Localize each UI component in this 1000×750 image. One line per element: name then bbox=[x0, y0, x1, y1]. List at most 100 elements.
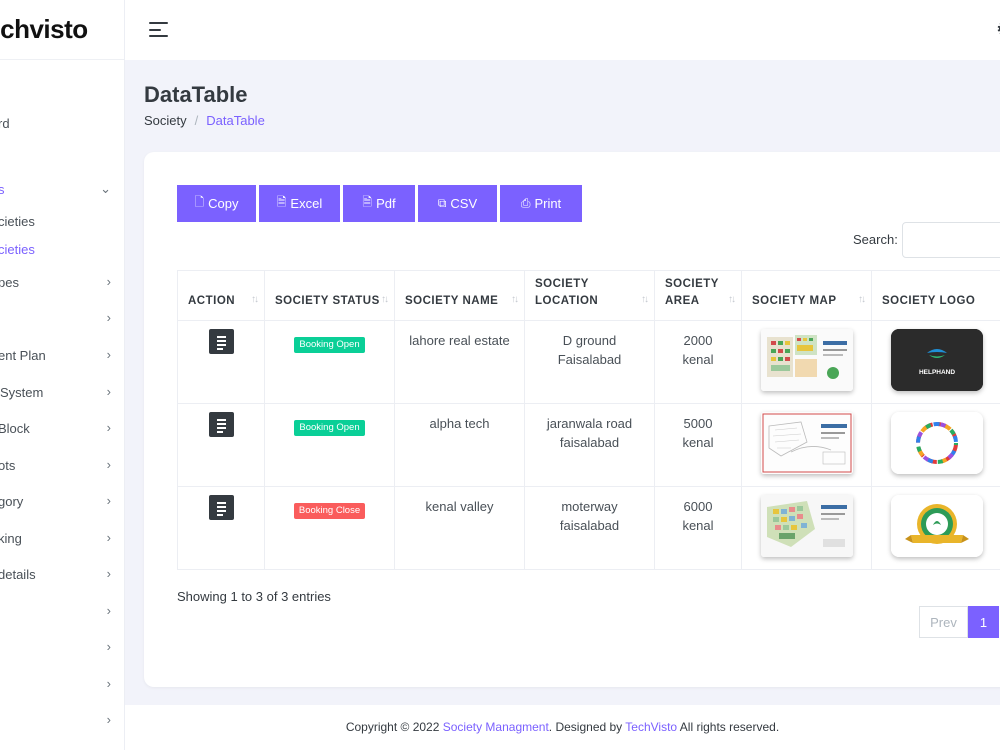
column-label: SOCIETY LOCATION bbox=[535, 278, 599, 307]
status-cell: Booking Open bbox=[264, 320, 395, 404]
column-label: SOCIETY NAME bbox=[405, 295, 499, 307]
status-badge: Booking Close bbox=[293, 503, 366, 519]
sidebar-item[interactable]: › bbox=[0, 673, 124, 697]
brand-logo[interactable]: techvisto bbox=[0, 0, 124, 60]
list-menu-icon[interactable] bbox=[208, 329, 234, 354]
chevron-right-icon: › bbox=[106, 347, 111, 362]
column-label: SOCIETY MAP bbox=[752, 295, 837, 307]
sidebar-subitem-add-societies[interactable]: cieties bbox=[0, 210, 124, 234]
society-map-image[interactable] bbox=[760, 495, 853, 557]
sidebar-item-block[interactable]: Block › bbox=[0, 417, 124, 441]
logo-text: HELPHAND bbox=[918, 369, 954, 376]
column-label: SOCIETY LOGO bbox=[882, 295, 976, 307]
sidebar-item[interactable]: › bbox=[0, 636, 124, 660]
copy-button[interactable]: 🗋 Copy bbox=[177, 185, 256, 222]
search-label: Search: bbox=[853, 232, 898, 247]
list-menu-icon[interactable] bbox=[208, 412, 234, 437]
breadcrumb-parent[interactable]: Society bbox=[144, 113, 187, 128]
menu-toggle-icon[interactable] bbox=[149, 22, 168, 37]
chevron-right-icon: › bbox=[106, 676, 111, 691]
list-menu-icon[interactable] bbox=[208, 495, 234, 520]
sidebar-item-booking[interactable]: king › bbox=[0, 527, 124, 551]
chevron-right-icon: › bbox=[106, 712, 111, 727]
breadcrumb-separator: / bbox=[194, 113, 199, 128]
sidebar-item-types[interactable]: pes › bbox=[0, 271, 124, 295]
column-header-logo[interactable]: SOCIETY LOGO bbox=[871, 270, 1000, 321]
column-header-name[interactable]: SOCIETY NAME ↑↓ bbox=[394, 270, 525, 321]
breadcrumb-current: DataTable bbox=[206, 113, 265, 128]
excel-button[interactable]: 🗎 Excel bbox=[259, 185, 340, 222]
footer-link-techvisto[interactable]: TechVisto bbox=[625, 720, 677, 734]
sidebar-item-label: System bbox=[0, 385, 44, 400]
column-header-status[interactable]: SOCIETY STATUS ↑↓ bbox=[264, 270, 395, 321]
table-row: Booking Close kenal valley moterway fais… bbox=[177, 486, 1000, 570]
sidebar-item-societies[interactable]: s ⌄ bbox=[0, 178, 124, 202]
file-excel-icon: 🗎 bbox=[276, 195, 287, 209]
brand-name: techvisto bbox=[0, 14, 88, 44]
society-table: ACTION ↑↓ SOCIETY STATUS ↑↓ SOCIETY NAME ↑↓… bbox=[177, 270, 1000, 570]
excel-button-label: Excel bbox=[290, 196, 323, 211]
table-row: Booking Open alpha tech jaranwala road f… bbox=[177, 403, 1000, 487]
chevron-right-icon: › bbox=[106, 493, 111, 508]
printer-icon: ⎙ bbox=[520, 196, 531, 210]
sidebar-subitem-view-societies[interactable]: cieties bbox=[0, 238, 124, 262]
logo-cell bbox=[871, 403, 1000, 487]
footer-copyright: Copyright © 2022 bbox=[345, 720, 443, 734]
sidebar-item-system[interactable]: System › bbox=[0, 381, 124, 405]
table-info: Showing 1 to 3 of 3 entries bbox=[177, 589, 331, 604]
pagination-page-button[interactable]: 1 bbox=[968, 606, 999, 638]
footer-link-society[interactable]: Society Managment bbox=[443, 720, 549, 734]
sidebar-item-dashboard[interactable]: rd bbox=[0, 112, 124, 136]
location-text: jaranwala road faisalabad bbox=[546, 416, 633, 450]
chevron-right-icon: › bbox=[106, 639, 111, 654]
action-cell bbox=[177, 486, 265, 570]
sidebar-item-label: rd bbox=[0, 116, 10, 131]
chevron-right-icon: › bbox=[106, 384, 111, 399]
society-map-image[interactable] bbox=[760, 329, 853, 391]
column-header-map[interactable]: SOCIETY MAP ↑↓ bbox=[741, 270, 872, 321]
search-input[interactable] bbox=[902, 222, 1000, 258]
society-map-image[interactable] bbox=[760, 412, 853, 474]
sidebar-item-details[interactable]: details › bbox=[0, 563, 124, 587]
map-cell bbox=[741, 320, 872, 404]
sidebar-item-label: ent Plan bbox=[0, 348, 46, 363]
society-logo-image[interactable] bbox=[890, 412, 983, 474]
topbar: ⚙ bbox=[125, 0, 1000, 60]
pagination-prev-button[interactable]: Prev bbox=[919, 606, 968, 638]
copy-button-label: Copy bbox=[208, 196, 239, 211]
sidebar-item-plots[interactable]: ots › bbox=[0, 454, 124, 478]
sidebar-item[interactable]: › bbox=[0, 709, 124, 733]
location-cell: D ground Faisalabad bbox=[524, 320, 655, 404]
column-header-area[interactable]: SOCIETY AREA ↑↓ bbox=[654, 270, 742, 321]
pdf-button[interactable]: 🗎 Pdf bbox=[343, 185, 415, 222]
chevron-right-icon: › bbox=[106, 420, 111, 435]
pagination: Prev 1 bbox=[919, 606, 999, 638]
area-cell: 2000 kenal bbox=[654, 320, 742, 404]
sidebar-item-category[interactable]: gory › bbox=[0, 490, 124, 514]
footer-rights: All rights reserved. bbox=[677, 720, 780, 734]
settings-icon[interactable]: ⚙ bbox=[996, 20, 1000, 38]
area-text: 5000 kenal bbox=[682, 416, 714, 450]
area-cell: 5000 kenal bbox=[654, 403, 742, 487]
csv-button[interactable]: ⧉ CSV bbox=[418, 185, 497, 222]
status-cell: Booking Close bbox=[264, 486, 395, 570]
datatable-card: 🗋 Copy 🗎 Excel 🗎 Pdf ⧉ CSV ⎙ Print Search: AC… bbox=[144, 152, 1000, 687]
column-header-location[interactable]: SOCIETY LOCATION ↑↓ bbox=[524, 270, 655, 321]
chevron-right-icon: › bbox=[106, 310, 111, 325]
chevron-down-icon: ⌄ bbox=[100, 181, 111, 196]
sidebar-item-label: s bbox=[0, 182, 5, 197]
sidebar-item[interactable]: › bbox=[0, 307, 124, 331]
chevron-right-icon: › bbox=[106, 566, 111, 581]
print-button[interactable]: ⎙ Print bbox=[500, 185, 582, 222]
society-logo-image[interactable]: HELPHAND bbox=[890, 329, 983, 391]
society-logo-image[interactable] bbox=[890, 495, 983, 557]
sidebar-item-payment-plan[interactable]: ent Plan › bbox=[0, 344, 124, 368]
status-cell: Booking Open bbox=[264, 403, 395, 487]
sort-icon: ↑↓ bbox=[728, 294, 736, 305]
sidebar-item[interactable]: › bbox=[0, 600, 124, 624]
chevron-right-icon: › bbox=[106, 274, 111, 289]
file-copy-icon: 🗋 bbox=[194, 195, 205, 209]
column-header-action[interactable]: ACTION ↑↓ bbox=[177, 270, 265, 321]
column-label: ACTION bbox=[188, 295, 236, 307]
footer-designed-by: . Designed by bbox=[548, 720, 626, 734]
